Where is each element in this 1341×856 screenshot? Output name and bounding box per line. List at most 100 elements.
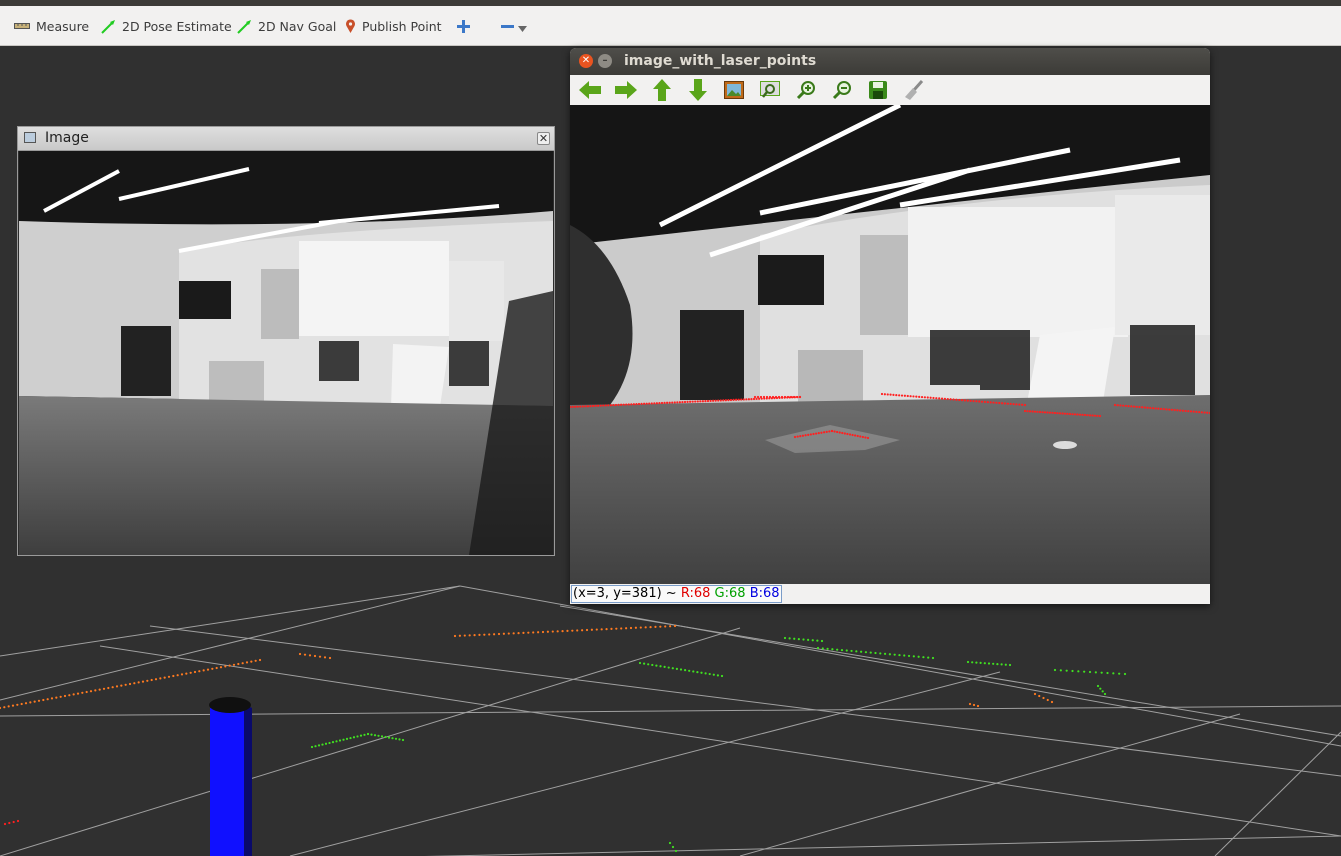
projected-laser-point xyxy=(1001,402,1004,405)
laser-point xyxy=(310,745,314,749)
laser-point xyxy=(712,673,715,676)
projected-laser-point xyxy=(836,430,839,434)
laser-point xyxy=(258,658,262,662)
zoom-in-icon xyxy=(796,81,815,100)
laser-point xyxy=(363,733,366,736)
laser-point xyxy=(903,654,906,657)
laser-point xyxy=(811,639,814,642)
projected-laser-point xyxy=(719,399,722,402)
projected-laser-point xyxy=(1036,410,1039,413)
image-panel-titlebar[interactable]: Image ✕ xyxy=(18,127,554,151)
projected-laser-point xyxy=(1187,410,1190,413)
projected-laser-point xyxy=(1012,403,1015,406)
zoom-in-button[interactable] xyxy=(794,79,818,101)
projected-laser-point xyxy=(709,399,712,402)
laser-point xyxy=(219,666,223,669)
projected-laser-point xyxy=(645,402,648,405)
laser-point xyxy=(917,655,920,658)
projected-laser-point xyxy=(926,396,929,399)
laser-point xyxy=(380,735,384,738)
laser-point xyxy=(869,651,872,654)
laser-point xyxy=(193,670,197,674)
projected-laser-point xyxy=(1200,411,1203,414)
laser-point xyxy=(313,654,317,658)
projected-laser-point xyxy=(978,400,981,403)
publish-point-tool[interactable]: Publish Point xyxy=(345,6,442,46)
projected-laser-point xyxy=(1028,410,1032,413)
pose-estimate-tool[interactable]: 2D Pose Estimate xyxy=(101,6,232,46)
grid-line xyxy=(424,835,1341,856)
laser-point xyxy=(667,666,670,669)
projected-laser-point xyxy=(574,405,577,408)
save-button[interactable] xyxy=(866,79,890,101)
projected-laser-point xyxy=(1173,408,1176,412)
image-icon xyxy=(24,132,36,143)
projected-laser-point xyxy=(759,395,763,399)
picture-icon xyxy=(724,81,744,99)
grid-line xyxy=(0,627,741,856)
laser-point xyxy=(89,690,93,693)
laser-point xyxy=(595,628,598,631)
laser-point xyxy=(797,638,800,641)
laser-point xyxy=(111,686,114,689)
close-icon[interactable]: ✕ xyxy=(579,54,593,68)
projected-laser-point xyxy=(809,433,812,436)
laser-point xyxy=(638,661,642,665)
arrow-down-icon xyxy=(689,79,707,101)
laser-point xyxy=(1099,687,1102,690)
projected-laser-point xyxy=(796,435,799,438)
laser-point xyxy=(167,675,171,678)
projected-laser-point xyxy=(589,405,592,408)
projected-laser-point xyxy=(755,397,758,400)
laser-point xyxy=(1103,692,1107,696)
pan-right-button[interactable] xyxy=(614,79,638,101)
laser-point xyxy=(11,704,15,707)
laser-point xyxy=(245,661,249,664)
laser-point xyxy=(1059,669,1062,672)
image-fit-button[interactable] xyxy=(722,79,746,101)
projected-laser-point xyxy=(1138,405,1141,409)
laser-overlay-image[interactable] xyxy=(570,105,1210,584)
pan-left-button[interactable] xyxy=(578,79,602,101)
laser-point xyxy=(163,676,166,679)
add-tool-button[interactable] xyxy=(457,6,470,46)
nav-goal-tool[interactable]: 2D Nav Goal xyxy=(237,6,336,46)
laser-point xyxy=(590,628,593,631)
remove-tool-button[interactable] xyxy=(501,6,527,46)
projected-laser-point xyxy=(706,399,710,403)
laser-window-titlebar[interactable]: ✕ – image_with_laser_points xyxy=(570,48,1210,75)
laser-point xyxy=(1096,684,1100,688)
zoom-out-button[interactable] xyxy=(830,79,854,101)
measure-tool[interactable]: Measure xyxy=(14,6,89,46)
laser-point xyxy=(308,654,312,657)
pan-down-button[interactable] xyxy=(686,79,710,101)
nav-goal-label: 2D Nav Goal xyxy=(258,18,337,34)
minimize-icon[interactable]: – xyxy=(598,54,612,68)
close-icon[interactable]: ✕ xyxy=(537,132,550,145)
laser-point xyxy=(76,692,80,695)
projected-laser-point xyxy=(637,402,641,406)
zoom-fit-button[interactable] xyxy=(758,79,782,101)
laser-points-window[interactable]: ✕ – image_with_laser_points (x=3, y=381)… xyxy=(570,48,1210,604)
projected-laser-point xyxy=(729,398,733,402)
image-panel[interactable]: Image ✕ xyxy=(17,126,555,556)
laser-point xyxy=(401,738,405,742)
projected-laser-point xyxy=(742,398,745,401)
laser-point xyxy=(202,669,205,672)
laser-point xyxy=(976,704,980,708)
projected-laser-point xyxy=(1116,404,1119,407)
projected-laser-point xyxy=(727,399,730,402)
projected-laser-point xyxy=(732,398,735,401)
clear-button[interactable] xyxy=(902,79,926,101)
laser-point xyxy=(1008,663,1012,667)
zoom-out-icon xyxy=(832,81,851,100)
laser-point xyxy=(820,639,824,643)
laser-point xyxy=(314,745,317,748)
laser-point xyxy=(561,630,564,633)
projected-laser-point xyxy=(807,433,810,436)
pan-up-button[interactable] xyxy=(650,79,674,101)
laser-point xyxy=(1077,670,1080,673)
projected-laser-point xyxy=(1176,409,1179,412)
projected-laser-point xyxy=(815,432,818,435)
laser-point xyxy=(394,737,398,740)
